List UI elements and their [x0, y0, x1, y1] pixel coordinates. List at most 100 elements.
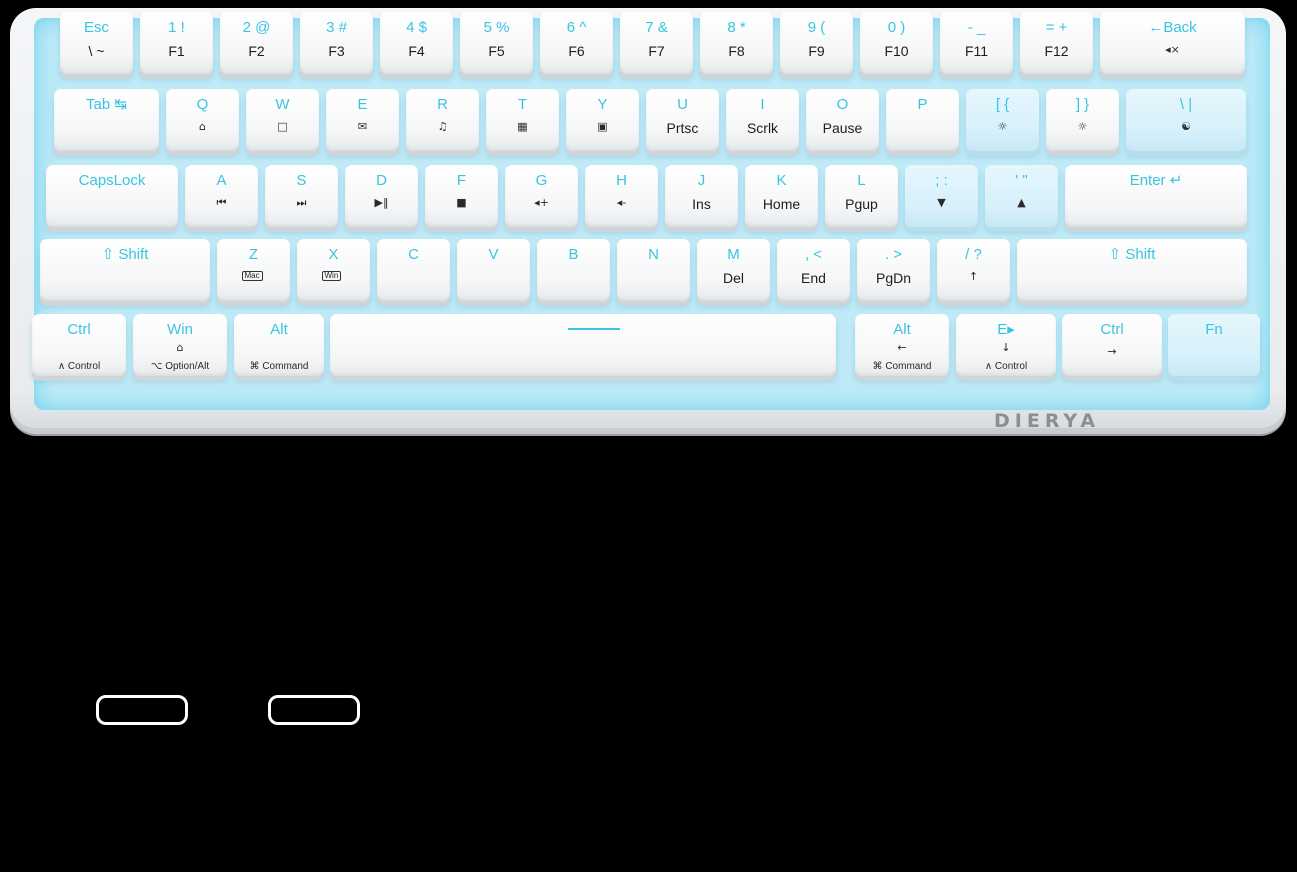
key-legend-bottom: End — [801, 270, 826, 286]
key-legend-top: . > — [884, 246, 903, 263]
key-legend-bottom: F8 — [728, 43, 745, 59]
key-function-icon: ↓ — [1001, 341, 1011, 354]
key-t: T ▦ — [486, 721, 559, 783]
key-legend-bottom: Ins — [692, 196, 711, 212]
key-legend-top: W — [275, 759, 290, 776]
key-legend-top: H — [616, 172, 627, 189]
key-j: J Ins — [665, 165, 738, 227]
key-lwin: Win ⌂ ⌥ Option/Alt — [133, 314, 227, 376]
key-equal: = + F12 — [1020, 12, 1093, 74]
key-legend-top: = + — [1045, 19, 1068, 36]
key-function-icon: □ — [277, 120, 288, 133]
key-9: 9 (F9 — [780, 798, 853, 860]
key-legend-bottom: F7 — [648, 43, 665, 59]
key-legend-bottom: F12 — [1044, 813, 1069, 829]
key-legend-bottom: Prtsc — [666, 736, 699, 752]
key-function-icon: ↑ — [968, 270, 979, 283]
key-function-icon: □ — [277, 739, 288, 752]
key-legend-top: W — [275, 96, 290, 113]
key-legend-top: 8 * — [727, 836, 746, 853]
key-w: W □ — [246, 89, 319, 151]
key-legend-top: 9 ( — [807, 836, 826, 853]
key-function-icon: ■ — [456, 196, 467, 209]
key-legend-top: ] } — [1075, 96, 1090, 113]
key-legend-top: 4 $ — [406, 836, 427, 853]
key-legend-bottom: F10 — [884, 813, 909, 829]
key-slash: / ? ↑ — [937, 239, 1010, 301]
key-x: X Win — [297, 239, 370, 301]
key-legend-top: Ctrl — [1100, 321, 1124, 338]
key-function-icon: ← — [897, 341, 907, 354]
key-7: 7 & F7 — [620, 12, 693, 74]
key-legend-top: \ | — [1179, 759, 1193, 776]
key-legend-top: Win — [167, 321, 193, 338]
key-legend-bottom: \ ~ — [88, 813, 105, 829]
key-legend-top: 9 ( — [807, 19, 826, 36]
key-m: M Del — [697, 239, 770, 301]
key-5: 5 % F5 — [460, 12, 533, 74]
key-legend-mac: ∧ Control — [57, 361, 101, 372]
key-legend-bottom: Del — [722, 270, 744, 286]
key-legend-top: P — [917, 96, 928, 113]
key-lbracket: [ {☼ — [966, 89, 1039, 151]
key-7: 7 & F7 — [620, 798, 693, 860]
key-legend-top: Alt — [270, 321, 288, 338]
key-function-icon: ☯ — [1181, 739, 1191, 752]
key-equal: = + F12 — [1020, 798, 1093, 860]
key-legend-mac: ⌥ Option/Alt — [150, 361, 210, 372]
key-legend-top: Z — [248, 246, 259, 263]
key-legend-top: [ { — [995, 96, 1010, 113]
key-function-icon: ♫ — [437, 739, 448, 752]
key-legend-bottom: Home — [762, 196, 801, 212]
key-8: 8 * F8 — [700, 12, 773, 74]
key-y: Y ▣ — [566, 721, 639, 783]
key-legend-top: Ctrl — [67, 321, 91, 338]
key-legend-bottom: Scrlk — [746, 736, 779, 752]
key-legend-bottom: F8 — [728, 813, 745, 829]
key-1: 1 ! F1 — [140, 12, 213, 74]
key-ralt: Alt ← ⌘ Command — [855, 314, 949, 376]
key-legend-top: X — [328, 246, 339, 263]
key-legend-mac: ⌘ Command — [872, 361, 932, 372]
key-function-icon: ▦ — [517, 739, 528, 752]
key-legend-bottom: F5 — [488, 813, 505, 829]
key-legend-mac: ⌘ Command — [249, 361, 309, 372]
key-legend-top: 3 # — [326, 836, 347, 853]
key-legend-bottom: F6 — [568, 813, 585, 829]
key-legend-bottom: F9 — [808, 43, 825, 59]
key-legend-bottom: Pause — [822, 736, 863, 752]
key-legend-top: S — [296, 172, 307, 189]
key-function-icon: ⌂ — [199, 739, 206, 752]
key-e: E ✉ — [326, 89, 399, 151]
key-legend-bottom: F1 — [168, 813, 185, 829]
mute-icon: ◂× — [1165, 43, 1180, 56]
key-legend-top: A — [216, 172, 227, 189]
key-legend-bottom: F1 — [168, 43, 185, 59]
key-legend-top: Y — [597, 759, 608, 776]
key-3: 3 # F3 — [300, 798, 373, 860]
key-6: 6 ^ F6 — [540, 12, 613, 74]
key-5: 5 % F5 — [460, 798, 533, 860]
key-p: P — [886, 89, 959, 151]
key-t: T ▦ — [486, 89, 559, 151]
key-legend-top: U — [677, 96, 688, 113]
key-period: . > PgDn — [857, 239, 930, 301]
key-legend-top: Q — [196, 759, 209, 776]
key-space — [330, 314, 836, 376]
key-q: Q ⌂ — [166, 89, 239, 151]
key-legend-top: F — [456, 172, 467, 189]
key-comma: , < End — [777, 239, 850, 301]
key-0: 0 ) F10 — [860, 798, 933, 860]
key-legend-top: N — [648, 246, 659, 263]
key-o: O Pause — [806, 721, 879, 783]
key-y: Y ▣ — [566, 89, 639, 151]
key-b: B — [537, 239, 610, 301]
key-legend-top: , < — [804, 246, 823, 263]
key-rshift: ⇧ Shift — [1017, 239, 1247, 301]
key-function-icon: ⏮ — [216, 196, 227, 209]
key-legend-top: Tab ↹ — [86, 96, 127, 113]
key-z: Z Mac — [217, 239, 290, 301]
key-legend-os-badge: Mac — [241, 271, 263, 281]
key-minus: - _ F11 — [940, 12, 1013, 74]
key-esc: Esc \ ~ — [60, 12, 133, 74]
